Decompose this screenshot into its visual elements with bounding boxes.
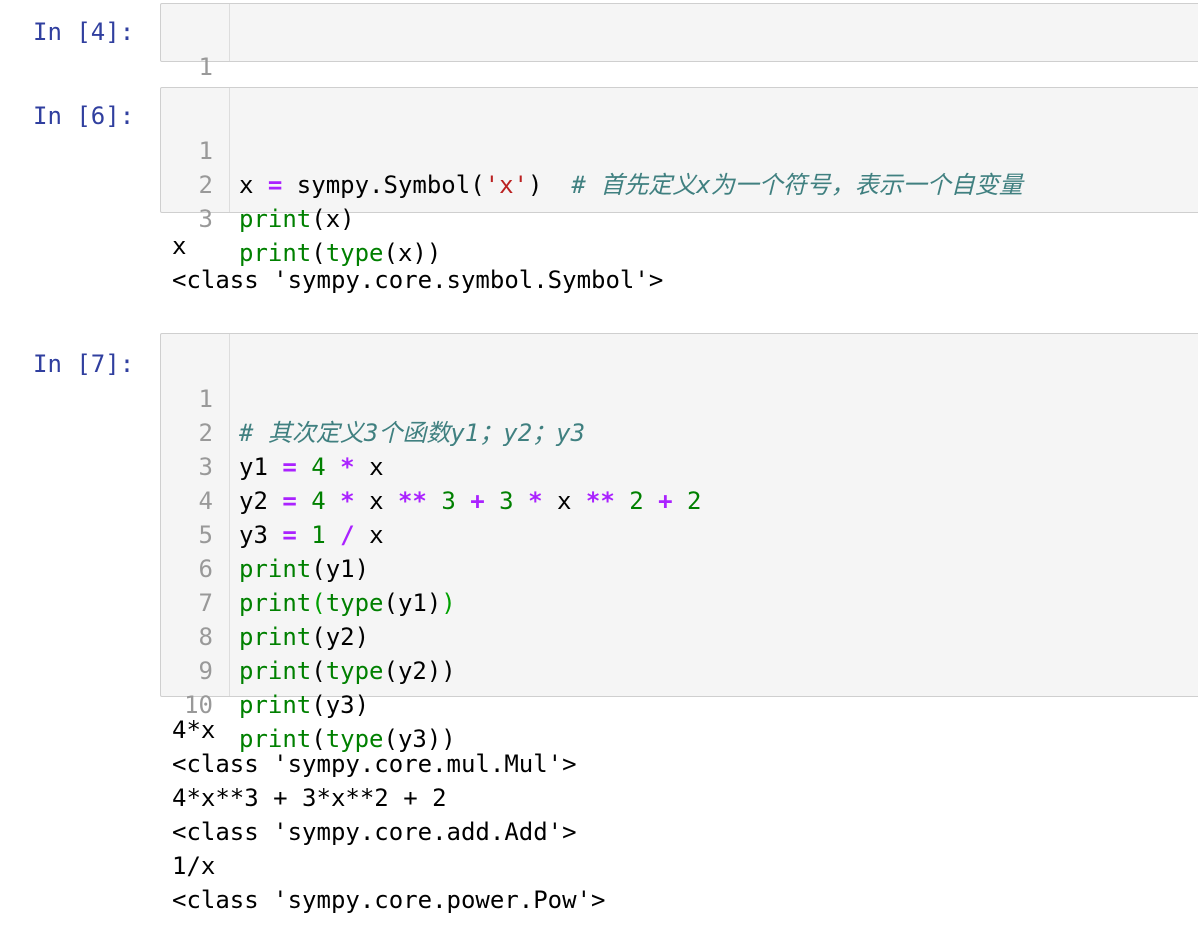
- code-line: 6 print(type(y1)): [161, 518, 1198, 617]
- code-line: 9 print(y3): [161, 620, 1198, 719]
- code-line: 8 print(type(y2)): [161, 586, 1198, 685]
- code-line: 4 y3 = 1 / x: [161, 450, 1198, 549]
- code-line: 5 print(y1): [161, 484, 1198, 583]
- output-line: <class 'sympy.core.add.Add'>: [172, 818, 577, 846]
- line-number: 1: [198, 53, 213, 81]
- code-line: 2 y1 = 4 * x: [161, 382, 1198, 481]
- code-editor[interactable]: 1 x = sympy.Symbol('x') # 首先定义x为一个符号，表示一…: [160, 87, 1198, 267]
- code-editor[interactable]: 1 import sympy: [160, 3, 1198, 115]
- output-line: <class 'sympy.core.mul.Mul'>: [172, 750, 577, 778]
- code-line: 1 # 其次定义3个函数y1；y2；y3: [161, 348, 1198, 447]
- code-editor[interactable]: 1 # 其次定义3个函数y1；y2；y3 2 y1 = 4 * x 3 y2 =…: [160, 333, 1198, 753]
- cell-output: x <class 'sympy.core.symbol.Symbol'>: [172, 229, 663, 297]
- code-line: 3 print(type(x)): [161, 168, 1198, 267]
- code-line: 10 print(type(y3)): [161, 654, 1198, 753]
- output-line: <class 'sympy.core.power.Pow'>: [172, 886, 606, 914]
- code-line: 1 import sympy: [161, 16, 1198, 115]
- output-line: <class 'sympy.core.symbol.Symbol'>: [172, 266, 664, 294]
- code-line: 1 x = sympy.Symbol('x') # 首先定义x为一个符号，表示一…: [161, 100, 1198, 199]
- code-line: 2 print(x): [161, 134, 1198, 233]
- output-line: 4*x: [172, 716, 216, 744]
- output-line: x: [172, 232, 187, 260]
- code-line: 3 y2 = 4 * x ** 3 + 3 * x ** 2 + 2: [161, 416, 1198, 515]
- cell-output: 4*x <class 'sympy.core.mul.Mul'> 4*x**3 …: [172, 713, 605, 917]
- output-line: 1/x: [172, 852, 216, 880]
- code-line: 7 print(y2): [161, 552, 1198, 651]
- input-prompt: In [6]:: [33, 102, 135, 130]
- input-prompt: In [4]:: [33, 18, 135, 46]
- input-prompt: In [7]:: [33, 350, 135, 378]
- output-line: 4*x**3 + 3*x**2 + 2: [172, 784, 447, 812]
